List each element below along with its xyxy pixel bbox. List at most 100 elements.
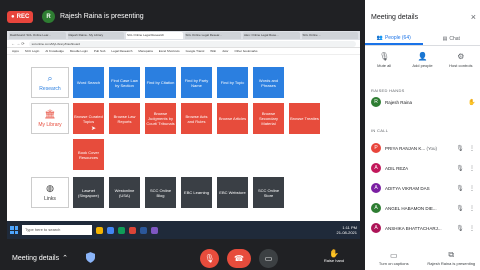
mute-all-button[interactable]: 🎙 Mute all (366, 52, 402, 68)
tile-book-cover: Book Cover Resources (73, 139, 104, 170)
participant-name-text: PRIYA RANJAN K... (385, 145, 426, 151)
tile-words-phrases: Words and Phrases (253, 67, 284, 98)
avatar: A (371, 163, 381, 173)
participant-name: ADIL REZA (385, 165, 409, 171)
avatar: P (371, 143, 381, 153)
tab-people[interactable]: 👥 People (64) (365, 32, 423, 45)
tile-treaties: Browse Treaties (289, 103, 320, 134)
browser-tab: SCL Online ... (301, 32, 358, 39)
presenter-text: Rajesh Raina is presenting (60, 13, 144, 20)
add-people-button[interactable]: 👤 Add people (404, 52, 440, 68)
tile-scc-store: SCC Online Store (253, 177, 284, 208)
participant-row[interactable]: A ANGEL HABAMON DIE... 🎙 ⋮ (371, 202, 476, 214)
meeting-details-label: Meeting details (12, 254, 60, 262)
participant-row[interactable]: P PRIYA RANJAN K... (You) 🎙 ⋮ (371, 142, 476, 154)
clock-date: 21-08-2021 (336, 230, 357, 235)
taskbar-search: Type here to search (22, 225, 92, 235)
file-explorer-icon (96, 226, 103, 234)
phone-hangup-icon: ☎ (234, 254, 244, 263)
participant-row[interactable]: A ANSHIKA BHATTACHARJ... 🎙 ⋮ (371, 222, 476, 234)
security-shield-icon[interactable] (86, 252, 95, 263)
bookmark: AI Knowledge (45, 49, 64, 53)
meeting-details-button[interactable]: Meeting details ⌃ (12, 254, 68, 263)
presentation-stage: ● REC R Rajesh Raina is presenting Dashb… (0, 0, 365, 246)
tile-westonline: Westonline (USA) (109, 177, 140, 208)
teams-icon (151, 226, 158, 234)
participant-row[interactable]: A ADITYA VIKRAM DAS 🎙 ⋮ (371, 182, 476, 194)
host-controls-icon: ⚙ (457, 52, 465, 61)
avatar: A (371, 203, 381, 213)
tile-case-law-section: Find Case Law by Section (109, 67, 140, 98)
browser-tabstrip: Dashboard: SCL Online Lear... Rajesh Rai… (7, 31, 360, 40)
hand-icon[interactable]: ✋ (468, 99, 476, 106)
recording-badge: ● REC (7, 11, 34, 23)
mic-off-icon: 🎙 (456, 225, 464, 232)
captions-button[interactable]: ▭ Turn on captions (365, 246, 423, 270)
windows-taskbar: Type here to search 1:11 PM 21-08-2021 (7, 221, 360, 239)
you-tag: (You) (426, 145, 438, 151)
participant-name: ANSHIKA BHATTACHARJ... (385, 225, 442, 231)
hang-up-button[interactable]: ☎ (227, 249, 251, 268)
powerpoint-icon (129, 226, 136, 234)
avatar: A (371, 183, 381, 193)
search-icon: ⌕ (47, 73, 53, 83)
panel-footer: ▭ Turn on captions ⧉ Rajesh Raina is pre… (365, 246, 480, 270)
chat-icon: ▤ (442, 35, 448, 42)
raise-hand-button[interactable]: ✋ Raise hand (316, 249, 352, 263)
tile-word-search: Word Search (73, 67, 104, 98)
host-controls-button[interactable]: ⚙ Host controls (443, 52, 479, 68)
more-options-icon[interactable]: ⋮ (468, 225, 476, 232)
mic-off-icon: 🎙 (456, 145, 464, 152)
tile-ebc-learning: EBC Learning (181, 177, 212, 208)
more-options-icon[interactable]: ⋮ (468, 165, 476, 172)
presenting-label: Rajesh Raina is presenting (427, 261, 476, 266)
close-icon[interactable]: × (471, 12, 476, 22)
more-options-icon[interactable]: ⋮ (468, 185, 476, 192)
taskbar-clock: 1:11 PM 21-08-2021 (337, 225, 357, 235)
more-options-icon[interactable]: ⋮ (468, 145, 476, 152)
tab-chat[interactable]: ▤ Chat (423, 32, 480, 45)
raised-hands-header: RAISED HANDS (371, 88, 405, 93)
tile-lawnet: Lawnet (Singapore) (73, 177, 104, 208)
more-options-icon[interactable]: ⋮ (468, 205, 476, 212)
browser-tab-active: SCL Online Legal Research (126, 32, 183, 39)
section-research: ⌕ Research (31, 67, 69, 98)
meeting-details-panel: Meeting details × 👥 People (64) ▤ Chat 🎙… (365, 0, 480, 246)
browser-tab: SCL Online Legal Resear... (184, 32, 241, 39)
participant-row[interactable]: R Rajesh Raina ✋ (371, 96, 476, 108)
mouse-cursor-icon: ➤ (91, 126, 97, 132)
tile-judgments-courts: Browse Judgments by Court/ Tribunals (145, 103, 176, 134)
bookmarks-bar: Apps SCC Login AI Knowledge Moodle Login… (7, 48, 360, 55)
presenter-avatar: R (42, 10, 55, 23)
globe-icon: ◍ (46, 183, 54, 193)
bookmark: Manupatra (138, 49, 153, 53)
participant-name: ANGEL HABAMON DIE... (385, 205, 437, 211)
bookmark: SCC Login (24, 49, 40, 53)
participant-row[interactable]: A ADIL REZA 🎙 ⋮ (371, 162, 476, 174)
participant-name: PRIYA RANJAN K... (You) (385, 146, 452, 151)
scc-dashboard: ⌕ Research Word Search Find Case Law by … (7, 55, 360, 215)
people-icon: 👥 (376, 34, 383, 41)
record-dot-icon: ● (11, 14, 15, 20)
bookmark: Wiki (210, 49, 216, 53)
tile-articles: Browse Articles (217, 103, 248, 134)
mic-off-button[interactable]: 🎙 (200, 249, 219, 268)
tile-curated-topics: Browse Curated Topics (73, 103, 104, 134)
tile-law-reports: Browse Law Reports (109, 103, 140, 134)
add-person-icon: 👤 (417, 52, 428, 61)
tile-acts-rules: Browse Acts and Rules (181, 103, 212, 134)
tile-scc-blog: SCC Online Blog (145, 177, 176, 208)
browser-tab: Rajesh Raina - My Library (67, 32, 124, 39)
camera-button[interactable]: ▭ (259, 249, 278, 268)
panel-title: Meeting details (371, 14, 419, 21)
presenter-indicator: R Rajesh Raina is presenting (42, 10, 144, 23)
section-links: ◍ Links (31, 177, 69, 208)
presenting-button[interactable]: ⧉ Rajesh Raina is presenting (423, 246, 480, 270)
library-icon: 🏛 (44, 109, 56, 119)
people-controls: 🎙 Mute all 👤 Add people ⚙ Host controls (365, 52, 480, 68)
avatar: A (371, 223, 381, 233)
bookmark: Pub Sub (93, 49, 106, 53)
bookmark: Jstor (221, 49, 229, 53)
camera-icon: ▭ (264, 254, 273, 263)
mic-off-icon: 🎙 (204, 254, 215, 263)
